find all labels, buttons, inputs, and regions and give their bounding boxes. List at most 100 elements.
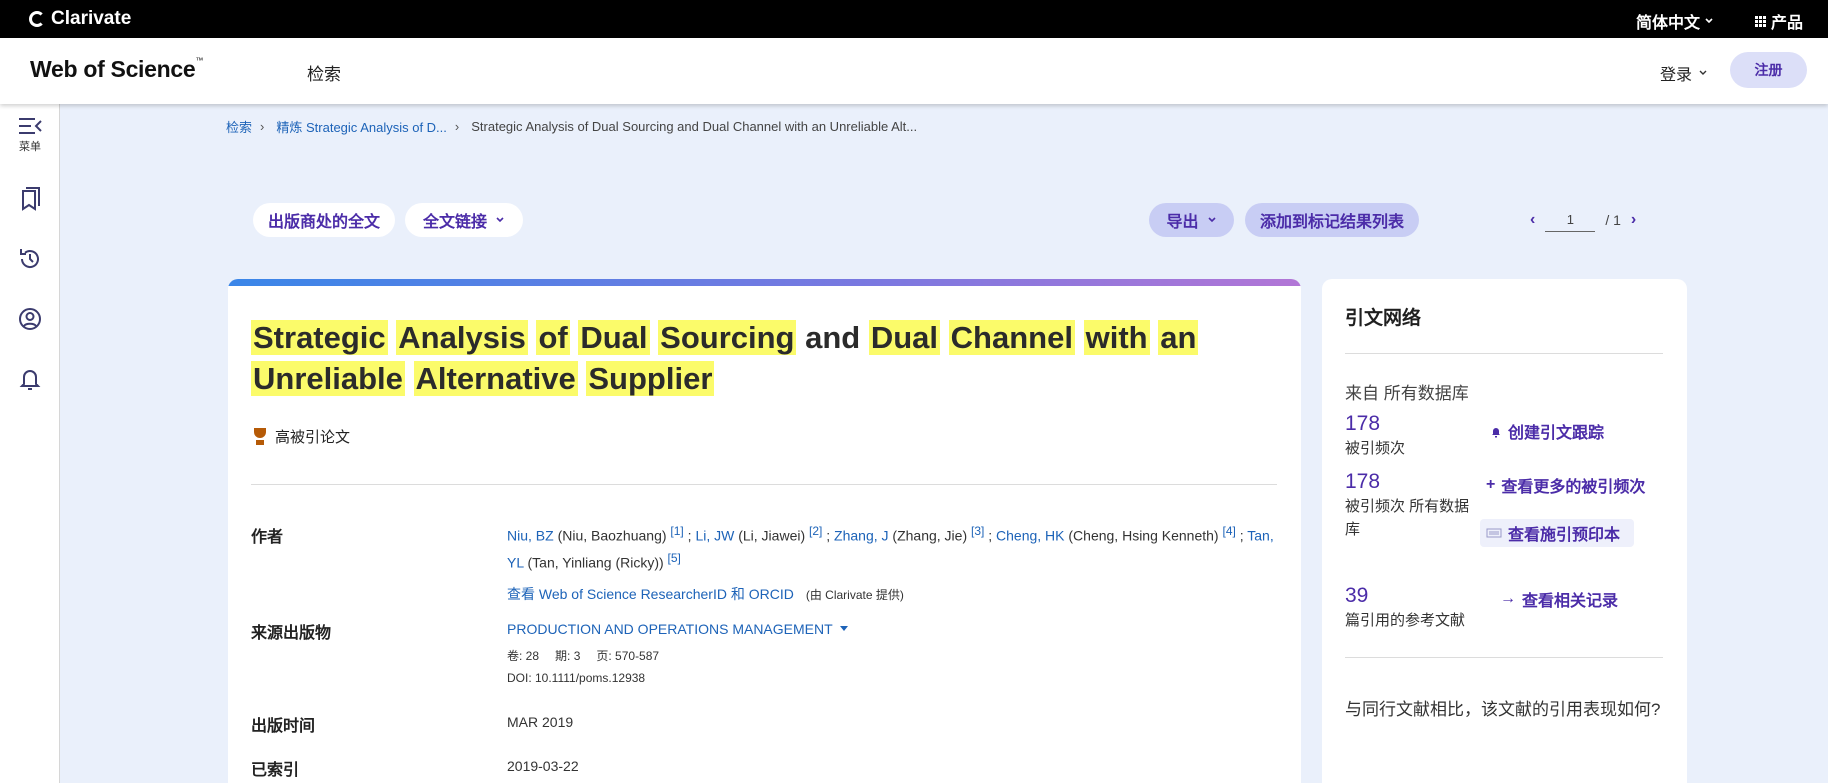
sidebar-item-alerts[interactable] bbox=[0, 366, 60, 392]
arrow-right-icon: → bbox=[1500, 590, 1516, 607]
breadcrumb-refine-prefix: 精炼 bbox=[276, 120, 303, 135]
times-cited-all-label: 被引频次 所有数据库 bbox=[1345, 498, 1470, 538]
highly-cited-label: 高被引论文 bbox=[275, 429, 351, 446]
researcherid-row: 查看 Web of Science ResearcherID 和 ORCID (… bbox=[507, 584, 904, 604]
title-word: an bbox=[1158, 320, 1199, 355]
citation-network-panel: 引文网络 来自 所有数据库 178 被引频次 创建引文跟踪 178 被引频次 所… bbox=[1322, 279, 1687, 783]
references-label: 篇引用的参考文献 bbox=[1345, 612, 1466, 629]
create-citation-alert-button[interactable]: 创建引文跟踪 bbox=[1490, 419, 1604, 443]
add-to-marked-list-button[interactable]: 添加到标记结果列表 bbox=[1245, 203, 1419, 237]
author-affiliation-ref[interactable]: [2] bbox=[809, 524, 822, 538]
researcherid-note: (由 Clarivate 提供) bbox=[805, 587, 904, 602]
indexed-label: 已索引 bbox=[251, 762, 300, 779]
chevron-down-icon bbox=[1705, 18, 1713, 24]
pubdate-label: 出版时间 bbox=[251, 718, 316, 735]
title-word: of bbox=[536, 320, 570, 355]
export-label: 导出 bbox=[1166, 214, 1199, 231]
author-affiliation-ref[interactable]: [5] bbox=[668, 551, 681, 565]
sidebar-menu-button[interactable]: 菜单 bbox=[0, 116, 60, 154]
bell-icon bbox=[1492, 427, 1500, 437]
login-label: 登录 bbox=[1660, 67, 1693, 84]
volume-issue-pages: 卷: 28 期: 3 页: 570-587 bbox=[507, 647, 659, 664]
journal-title: PRODUCTION AND OPERATIONS MANAGEMENT bbox=[507, 621, 833, 637]
author-fullname: (Niu, Baozhuang) bbox=[557, 527, 667, 544]
researcherid-link[interactable]: 查看 Web of Science ResearcherID 和 ORCID bbox=[507, 584, 794, 604]
author-fullname: (Cheng, Hsing Kenneth) bbox=[1068, 527, 1219, 544]
publisher-fulltext-button[interactable]: 出版商处的全文 bbox=[253, 203, 395, 237]
apps-grid-icon bbox=[1755, 15, 1766, 27]
author-fullname: (Li, Jiawei) bbox=[738, 527, 806, 544]
history-icon bbox=[20, 249, 39, 268]
register-button[interactable]: 注册 bbox=[1730, 52, 1807, 88]
web-of-science-logo[interactable]: Web of Science™ bbox=[30, 56, 203, 83]
references-count[interactable]: 39 bbox=[1345, 584, 1368, 608]
caret-down-icon bbox=[839, 626, 848, 631]
source-label: 来源出版物 bbox=[251, 625, 332, 642]
view-citing-preprints-button[interactable]: 查看施引预印本 bbox=[1480, 519, 1635, 547]
panel-divider bbox=[1345, 353, 1663, 354]
record-card: Strategic Analysis of Dual Sourcing and … bbox=[228, 279, 1301, 783]
preprint-icon bbox=[1486, 528, 1502, 538]
products-menu[interactable]: 产品 bbox=[1755, 9, 1803, 33]
left-sidebar: 菜单 bbox=[0, 104, 60, 783]
more-times-cited-label: 查看更多的被引频次 bbox=[1501, 479, 1646, 496]
title-word: Dual bbox=[868, 320, 941, 355]
chevron-down-icon bbox=[496, 217, 504, 223]
title-word: Alternative bbox=[413, 361, 578, 396]
next-record-button[interactable]: › bbox=[1631, 211, 1636, 229]
title-word: Dual bbox=[578, 320, 650, 355]
breadcrumb-current: Strategic Analysis of Dual Sourcing and … bbox=[471, 119, 918, 134]
author-link[interactable]: Niu, BZ bbox=[507, 528, 554, 544]
view-citing-preprints-label: 查看施引预印本 bbox=[1508, 527, 1621, 544]
trophy-icon bbox=[251, 427, 269, 446]
breadcrumb-refine-link[interactable]: 精炼 Strategic Analysis of D... bbox=[276, 117, 447, 136]
clarivate-logo[interactable]: Clarivate bbox=[29, 8, 131, 30]
clarivate-brand-text: Clarivate bbox=[51, 8, 132, 29]
logo-text: Web of Science bbox=[30, 56, 196, 82]
author-link[interactable]: Li, JW bbox=[695, 528, 734, 544]
pubdate-value: MAR 2019 bbox=[507, 714, 574, 730]
author-affiliation-ref[interactable]: [4] bbox=[1222, 524, 1235, 538]
view-related-records-link[interactable]: → 查看相关记录 bbox=[1500, 587, 1618, 611]
more-times-cited-link[interactable]: + 查看更多的被引频次 bbox=[1486, 473, 1645, 497]
author-affiliation-ref[interactable]: [3] bbox=[971, 524, 984, 538]
user-profile-icon bbox=[19, 308, 41, 330]
bell-icon bbox=[19, 370, 41, 390]
fulltext-links-button[interactable]: 全文链接 bbox=[405, 203, 523, 237]
sidebar-item-profile[interactable] bbox=[0, 306, 60, 332]
page-number-input[interactable]: 1 bbox=[1545, 208, 1596, 232]
sidebar-menu-caption: 菜单 bbox=[19, 141, 41, 153]
highly-cited-badge: 高被引论文 bbox=[251, 426, 350, 447]
times-cited-count[interactable]: 178 bbox=[1345, 412, 1380, 436]
sidebar-item-marked-list[interactable] bbox=[0, 186, 60, 212]
chevron-right-icon: › bbox=[260, 119, 265, 134]
author-link[interactable]: Cheng, HK bbox=[996, 528, 1064, 544]
logo-trademark: ™ bbox=[195, 56, 204, 65]
authors-list: Niu, BZ (Niu, Baozhuang) [1] ; Li, JW (L… bbox=[507, 524, 1274, 571]
menu-collapse-icon bbox=[19, 118, 42, 134]
chevron-down-icon bbox=[1207, 217, 1216, 223]
nav-search-link[interactable]: 检索 bbox=[307, 60, 341, 85]
indexed-value: 2019-03-22 bbox=[507, 758, 579, 774]
title-word: Analysis bbox=[396, 320, 528, 355]
citation-network-subtitle: 来自 所有数据库 bbox=[1345, 384, 1469, 403]
previous-record-button[interactable]: ‹ bbox=[1530, 211, 1535, 229]
author-link[interactable]: Zhang, J bbox=[834, 528, 888, 544]
language-selector[interactable]: 简体中文 bbox=[1636, 9, 1714, 33]
login-menu[interactable]: 登录 bbox=[1660, 61, 1708, 85]
journal-link[interactable]: PRODUCTION AND OPERATIONS MANAGEMENT bbox=[507, 621, 849, 637]
clarivate-mark-icon bbox=[29, 11, 45, 27]
panel-divider bbox=[1345, 657, 1663, 658]
create-citation-alert-label: 创建引文跟踪 bbox=[1508, 425, 1605, 442]
title-word: Sourcing bbox=[658, 320, 797, 355]
title-word: with bbox=[1083, 320, 1150, 355]
issue: 期: 3 bbox=[555, 649, 581, 663]
export-button[interactable]: 导出 bbox=[1149, 203, 1234, 237]
plus-icon: + bbox=[1486, 476, 1496, 493]
breadcrumb-search-link[interactable]: 检索 bbox=[226, 117, 252, 136]
times-cited-all-count[interactable]: 178 bbox=[1345, 470, 1380, 494]
sidebar-item-history[interactable] bbox=[0, 246, 60, 272]
chevron-right-icon: › bbox=[454, 119, 460, 134]
author-affiliation-ref[interactable]: [1] bbox=[670, 524, 683, 538]
page-total: / 1 bbox=[1605, 212, 1621, 228]
